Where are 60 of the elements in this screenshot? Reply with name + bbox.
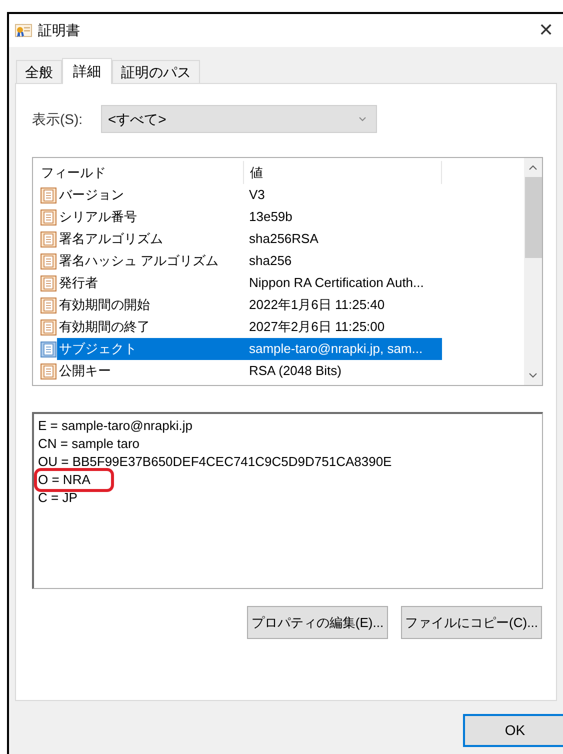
column-header[interactable]: フィールド [33,161,244,184]
scrollbar[interactable] [524,158,542,385]
action-button[interactable]: ファイルにコピー(C)... [401,606,542,639]
field-name: バージョン [58,186,125,204]
column-header[interactable]: 値 [244,161,442,184]
chevron-down-icon [359,116,366,122]
document-icon [40,362,57,380]
field-value: V3 [248,186,265,204]
tab[interactable]: 詳細 [62,58,112,84]
field-name: 発行者 [58,274,99,292]
list-row[interactable]: 有効期間の終了 2027年2月6日 11:25:00 [57,316,442,338]
field-value: 2022年1月6日 11:25:40 [248,296,385,314]
field-name: 有効期間の開始 [58,296,151,314]
document-icon [40,230,57,248]
list-row[interactable]: サブジェクト sample-taro@nrapki.jp, sam... [57,338,442,360]
tab[interactable]: 全般 [16,60,62,83]
document-icon [40,252,57,270]
certificate-icon [15,23,32,38]
field-value: sample-taro@nrapki.jp, sam... [248,340,423,358]
document-icon [40,318,57,336]
field-value: 13e59b [248,208,292,226]
list-row[interactable]: 公開キー RSA (2048 Bits) [57,360,442,382]
detail-line: OU = BB5F99E37B650DEF4CEC741C9C5D9D751CA8390E [37,453,392,471]
action-button[interactable]: プロパティの編集(E)... [247,606,388,639]
list-row[interactable]: シリアル番号 13e59b [57,206,442,228]
field-name: 公開キー [58,362,112,380]
field-value: Nippon RA Certification Auth... [248,274,424,292]
field-value: RSA (2048 Bits) [248,362,342,380]
detail-line: C = JP [37,489,78,507]
scroll-thumb[interactable] [524,177,542,258]
list-row[interactable]: 署名アルゴリズム sha256RSA [57,228,442,250]
document-icon [40,340,57,358]
document-icon [40,274,57,292]
list-row[interactable]: 署名ハッシュ アルゴリズム sha256 [57,250,442,272]
list-row[interactable]: 有効期間の開始 2022年1月6日 11:25:40 [57,294,442,316]
field-name: シリアル番号 [58,208,138,226]
ok-button[interactable]: OK [463,714,563,746]
tab[interactable]: 証明のパス [112,60,200,83]
window-title: 証明書 [38,21,80,40]
detail-line: CN = sample taro [37,435,140,453]
chevron-down-icon[interactable] [529,373,537,378]
field-value: sha256 [248,252,292,270]
document-icon [40,186,57,204]
document-icon [40,296,57,314]
show-dropdown[interactable]: <すべて> [101,105,377,133]
field-value: sha256RSA [248,230,318,248]
detail-box[interactable]: E = sample-taro@nrapki.jp CN = sample taro OU = BB5F99E37B650DEF4CEC741C9C5D9D751CA8390E O = NRA C = JP [32,412,543,589]
detail-line: E = sample-taro@nrapki.jp [37,417,192,435]
field-name: 有効期間の終了 [58,318,151,336]
document-icon [40,208,57,226]
detail-line: O = NRA [34,468,114,492]
show-label: 表示(S): [32,110,84,129]
field-value: 2027年2月6日 11:25:00 [248,318,385,336]
chevron-up-icon[interactable] [529,165,537,170]
field-name: 署名アルゴリズム [58,230,164,248]
list-row[interactable]: バージョン V3 [57,184,442,206]
close-button[interactable]: ✕ [531,16,561,46]
field-name: サブジェクト [58,340,138,358]
list-row[interactable]: 発行者 Nippon RA Certification Auth... [57,272,442,294]
field-name: 署名ハッシュ アルゴリズム [58,252,220,270]
